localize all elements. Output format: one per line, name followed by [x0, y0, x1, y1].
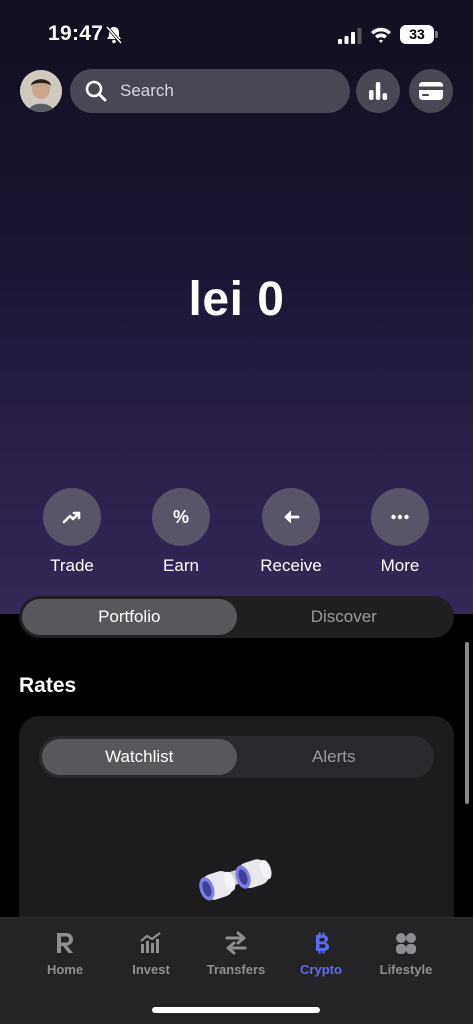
- receive-action-button[interactable]: Receive: [251, 488, 331, 576]
- tab-invest-label: Invest: [132, 962, 170, 977]
- arrow-left-icon: [284, 510, 300, 524]
- status-time: 19:47: [48, 22, 104, 45]
- scrollbar[interactable]: [465, 642, 469, 804]
- earn-action-button[interactable]: % Earn: [141, 488, 221, 576]
- tab-home[interactable]: Home: [25, 930, 105, 977]
- tab-invest[interactable]: Invest: [111, 930, 191, 977]
- more-label: More: [380, 556, 420, 575]
- watchlist-alerts-switch: Watchlist Alerts: [39, 736, 434, 778]
- card-icon: [419, 82, 443, 100]
- tab-transfers[interactable]: Transfers: [196, 930, 276, 977]
- analytics-button[interactable]: [356, 69, 400, 113]
- more-action-button[interactable]: More: [360, 488, 440, 576]
- rates-heading: Rates: [19, 674, 77, 697]
- lifestyle-icon: [396, 933, 416, 954]
- trend-up-icon: [62, 511, 81, 524]
- status-bar: 19:47 33: [0, 22, 473, 48]
- user-photo-icon: [20, 70, 62, 112]
- bitcoin-icon: [316, 932, 329, 954]
- bar-chart-icon: [369, 82, 388, 100]
- battery-indicator: 33: [400, 25, 438, 44]
- avatar[interactable]: [20, 70, 62, 112]
- tab-crypto-label: Crypto: [300, 962, 342, 977]
- tab-home-label: Home: [46, 962, 84, 977]
- search-placeholder: Search: [120, 81, 174, 100]
- balance-amount: lei 0: [188, 273, 285, 326]
- tab-lifestyle-label: Lifestyle: [379, 962, 433, 977]
- wifi-icon: [371, 27, 391, 43]
- tab-discover[interactable]: Discover: [237, 599, 452, 635]
- trade-action-button[interactable]: Trade: [32, 488, 112, 576]
- tab-watchlist[interactable]: Watchlist: [42, 739, 237, 775]
- revolut-r-icon: [57, 933, 73, 953]
- bell-muted-icon: [105, 26, 123, 44]
- transfer-arrows-icon: [225, 931, 247, 955]
- percent-icon: %: [172, 506, 189, 527]
- tab-lifestyle[interactable]: Lifestyle: [366, 930, 446, 977]
- tab-alerts[interactable]: Alerts: [237, 739, 432, 775]
- home-indicator: [152, 1007, 320, 1013]
- tab-crypto[interactable]: Crypto: [281, 930, 361, 977]
- cellular-signal-icon: [338, 28, 362, 44]
- search-icon: [85, 80, 107, 102]
- earn-label: Earn: [163, 556, 199, 575]
- cards-button[interactable]: [409, 69, 453, 113]
- tab-transfers-label: Transfers: [206, 962, 266, 977]
- receive-label: Receive: [260, 556, 322, 575]
- more-icon: [391, 514, 409, 520]
- invest-chart-icon: [140, 932, 161, 953]
- tab-portfolio[interactable]: Portfolio: [22, 599, 237, 635]
- trade-label: Trade: [50, 556, 94, 575]
- binoculars-icon: [199, 859, 272, 901]
- search-input[interactable]: Search: [70, 69, 350, 113]
- portfolio-discover-switch: Portfolio Discover: [19, 596, 454, 638]
